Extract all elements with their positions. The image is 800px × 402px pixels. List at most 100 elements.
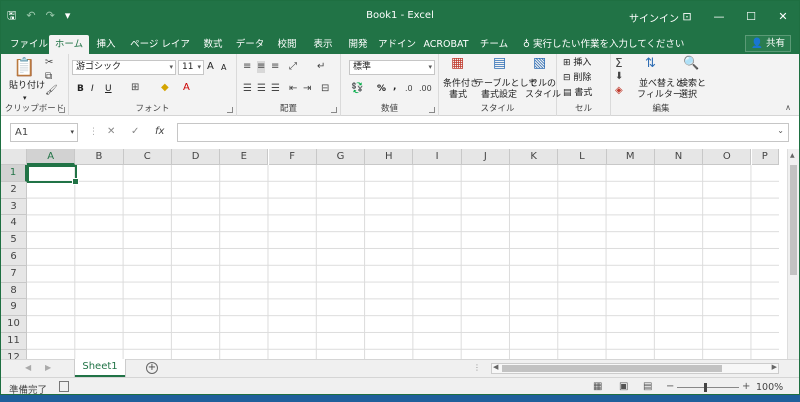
tab-data[interactable]: データ: [233, 35, 267, 54]
maximize-icon[interactable]: ☐: [735, 1, 767, 32]
insert-function-icon[interactable]: fx: [155, 126, 164, 137]
row-header-12[interactable]: 12: [1, 349, 27, 359]
paste-icon[interactable]: 📋: [13, 58, 35, 78]
column-header-k[interactable]: K: [510, 149, 559, 165]
cell-styles-label-2[interactable]: スタイル: [525, 89, 561, 101]
column-header-h[interactable]: H: [365, 149, 414, 165]
expand-formula-icon[interactable]: ⌄: [777, 126, 784, 135]
select-all-button[interactable]: [1, 149, 27, 165]
decrease-indent-icon[interactable]: ⇤: [289, 83, 297, 95]
merge-center-icon[interactable]: ⊟: [321, 83, 329, 95]
paste-button[interactable]: 貼り付け: [9, 80, 45, 92]
add-sheet-icon[interactable]: +: [146, 362, 158, 374]
tab-acrobat[interactable]: ACROBAT: [421, 35, 471, 54]
increase-decimal-icon[interactable]: .0: [405, 83, 413, 95]
wrap-text-icon[interactable]: ↵: [317, 61, 325, 73]
tab-review[interactable]: 校閲: [271, 35, 303, 54]
tab-home[interactable]: ホーム: [49, 35, 89, 54]
format-painter-icon[interactable]: 🖌: [45, 85, 58, 97]
zoom-slider-thumb[interactable]: [704, 383, 707, 392]
column-header-e[interactable]: E: [220, 149, 269, 165]
zoom-slider[interactable]: [677, 387, 739, 388]
column-header-m[interactable]: M: [606, 149, 655, 165]
row-header-11[interactable]: 11: [1, 333, 27, 350]
shrink-font-button[interactable]: A: [221, 62, 226, 74]
column-header-c[interactable]: C: [123, 149, 172, 165]
clear-icon[interactable]: ◈: [615, 85, 623, 97]
align-center-icon[interactable]: ☰: [257, 83, 266, 95]
active-cell[interactable]: [27, 165, 79, 185]
conditional-format-label-2[interactable]: 書式: [449, 89, 467, 101]
macro-record-icon[interactable]: [59, 381, 69, 392]
format-as-table-icon[interactable]: ▤: [493, 56, 506, 70]
row-header-2[interactable]: 2: [1, 181, 27, 199]
formula-input[interactable]: ⌄: [177, 123, 789, 142]
italic-button[interactable]: I: [91, 83, 94, 95]
horizontal-scrollbar[interactable]: ◀ ▶: [491, 363, 779, 374]
tab-insert[interactable]: 挿入: [89, 35, 123, 54]
column-header-o[interactable]: O: [703, 149, 752, 165]
insert-cells-button[interactable]: ⊞ 挿入: [563, 57, 591, 69]
font-name-combo[interactable]: 游ゴシック ▾: [72, 60, 176, 75]
sort-filter-label-2[interactable]: フィルター: [637, 89, 682, 101]
page-break-view-icon[interactable]: ▤: [643, 381, 652, 392]
cell-grid[interactable]: [27, 165, 779, 359]
cell-styles-icon[interactable]: ▧: [533, 56, 546, 70]
align-bottom-icon[interactable]: ≡: [271, 61, 279, 73]
format-as-table-label-2[interactable]: 書式設定: [481, 89, 517, 101]
align-right-icon[interactable]: ☰: [271, 83, 280, 95]
column-header-j[interactable]: J: [461, 149, 510, 165]
copy-icon[interactable]: ⧉: [45, 71, 52, 83]
tell-me-box[interactable]: ♁ 実行したい作業を入力してください: [523, 36, 684, 50]
column-header-d[interactable]: D: [171, 149, 221, 165]
tab-developer[interactable]: 開発: [343, 35, 373, 54]
autosum-icon[interactable]: Σ: [615, 57, 623, 69]
bold-button[interactable]: B: [77, 83, 84, 95]
delete-cells-button[interactable]: ⊟ 削除: [563, 72, 591, 84]
close-icon[interactable]: ✕: [767, 1, 799, 32]
scroll-right-icon[interactable]: ▶: [772, 363, 777, 371]
orientation-icon[interactable]: ⤢: [289, 61, 297, 73]
format-cells-button[interactable]: ▤ 書式: [563, 87, 592, 99]
tab-team[interactable]: チーム: [477, 35, 511, 54]
page-layout-view-icon[interactable]: ▣: [619, 381, 628, 392]
align-left-icon[interactable]: ☰: [243, 83, 252, 95]
row-header-3[interactable]: 3: [1, 198, 27, 216]
row-header-8[interactable]: 8: [1, 282, 27, 300]
font-launcher-icon[interactable]: [227, 107, 233, 113]
prev-sheet-icon[interactable]: ◀: [25, 363, 31, 372]
align-middle-icon[interactable]: ≡: [257, 61, 266, 73]
tab-file[interactable]: ファイル: [9, 35, 49, 54]
row-header-5[interactable]: 5: [1, 232, 27, 249]
comma-button[interactable]: ,: [393, 81, 396, 93]
tab-page-layout[interactable]: ページ レイアウト: [129, 35, 191, 69]
zoom-out-button[interactable]: −: [666, 381, 674, 392]
fill-color-icon[interactable]: ◆: [161, 82, 169, 94]
cancel-entry-icon[interactable]: ✕: [107, 126, 115, 137]
cut-icon[interactable]: ✂: [45, 57, 53, 69]
number-format-combo[interactable]: 標準 ▾: [349, 60, 435, 75]
horizontal-scroll-thumb[interactable]: [502, 365, 722, 372]
row-header-9[interactable]: 9: [1, 299, 27, 317]
row-header-10[interactable]: 10: [1, 316, 27, 333]
row-header-4[interactable]: 4: [1, 215, 27, 233]
ribbon-display-icon[interactable]: ⊡: [671, 1, 703, 32]
scroll-up-icon[interactable]: ▲: [790, 152, 795, 159]
alignment-launcher-icon[interactable]: [331, 107, 337, 113]
row-header-7[interactable]: 7: [1, 265, 27, 283]
font-size-combo[interactable]: 11 ▾: [178, 60, 204, 75]
grow-font-button[interactable]: A: [207, 61, 214, 73]
vertical-scrollbar[interactable]: ▲: [787, 149, 799, 359]
next-sheet-icon[interactable]: ▶: [45, 363, 51, 372]
decrease-decimal-icon[interactable]: .00: [419, 83, 432, 95]
tab-addins[interactable]: アドイン: [378, 35, 416, 54]
tab-view[interactable]: 表示: [307, 35, 339, 54]
collapse-ribbon-icon[interactable]: ∧: [785, 103, 791, 112]
zoom-level[interactable]: 100%: [756, 382, 783, 393]
column-header-b[interactable]: B: [75, 149, 124, 165]
row-header-1[interactable]: 1: [1, 165, 27, 182]
clipboard-launcher-icon[interactable]: [59, 107, 65, 113]
share-button[interactable]: 👤 共有: [745, 35, 791, 52]
fill-icon[interactable]: ⬇: [615, 71, 623, 83]
increase-indent-icon[interactable]: ⇥: [303, 83, 311, 95]
